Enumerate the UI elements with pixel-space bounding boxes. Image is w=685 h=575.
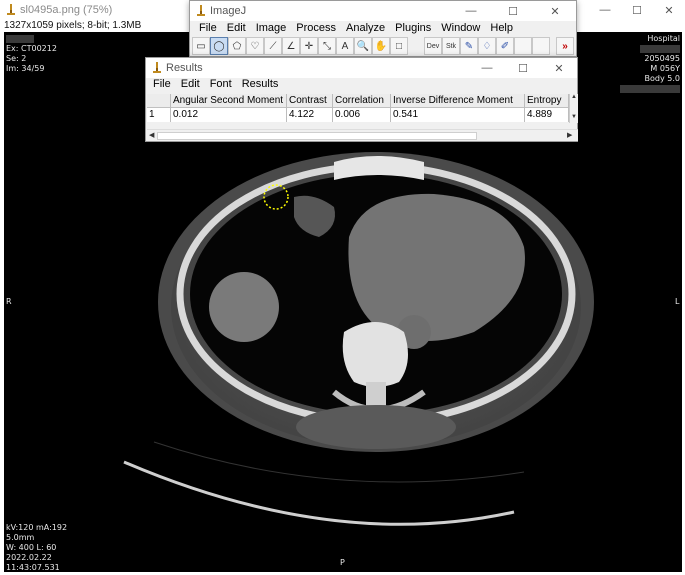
imagej-titlebar[interactable]: ImageJ — ☐ ✕	[190, 1, 576, 21]
maximize-icon[interactable]: ☐	[505, 58, 541, 78]
stacks-menu-icon[interactable]: Stk	[442, 37, 460, 55]
more-tools-icon[interactable]: »	[556, 37, 574, 55]
imagej-main-window: ImageJ — ☐ ✕ File Edit Image Process Ana…	[189, 0, 577, 57]
magnifier-tool-icon[interactable]: 🔍	[354, 37, 372, 55]
oval-tool-icon[interactable]: ◯	[210, 37, 228, 55]
window-level: W: 400 L: 60	[6, 543, 57, 552]
redacted-field	[620, 84, 680, 93]
close-icon[interactable]: ✕	[541, 58, 577, 78]
menu-analyze[interactable]: Analyze	[341, 21, 390, 37]
cell-contrast: 4.122	[287, 108, 333, 122]
scroll-tool-icon[interactable]: ✋	[372, 37, 390, 55]
imagej-toolbar: ▭ ◯ ⬠ ♡ ⟋ ∠ ✛ ⤡ A 🔍 ✋ □ Dev Stk ✎ ♢ ✐ »	[190, 37, 576, 56]
orientation-posterior-marker: P	[340, 558, 345, 567]
kv-ma: kV:120 mA:192	[6, 523, 68, 532]
results-window: Results — ☐ ✕ File Edit Font Results Ang…	[145, 57, 578, 142]
minimize-icon[interactable]: —	[589, 0, 621, 20]
polygon-tool-icon[interactable]: ⬠	[228, 37, 246, 55]
menu-window[interactable]: Window	[436, 21, 485, 37]
orientation-left-marker: L	[675, 297, 680, 306]
menu-help[interactable]: Help	[485, 21, 518, 37]
imagej-microscope-icon	[197, 5, 205, 16]
menu-process[interactable]: Process	[291, 21, 341, 37]
patient-sex-age: M 056Y	[650, 64, 680, 73]
rectangle-tool-icon[interactable]: ▭	[192, 37, 210, 55]
horizontal-scrollbar[interactable]: ◀ ▶	[147, 129, 578, 141]
redacted-id	[640, 44, 680, 53]
brush-tool-icon[interactable]: ✎	[460, 37, 478, 55]
overlay-top-left: Ex: CT00212 Se: 2 Im: 34/59	[6, 34, 57, 74]
cell-inverse-difference-moment: 0.541	[391, 108, 525, 122]
menu-file[interactable]: File	[194, 21, 222, 37]
scroll-left-icon[interactable]: ◀	[149, 131, 154, 139]
scan-date: 2022.02.22	[6, 553, 52, 562]
imagej-menubar: File Edit Image Process Analyze Plugins …	[190, 21, 576, 37]
point-tool-icon[interactable]: ✛	[300, 37, 318, 55]
protocol: Body 5.0	[644, 74, 680, 83]
results-table[interactable]: Angular Second Moment Contrast Correlati…	[147, 94, 569, 122]
scan-time: 11:43:07.531	[6, 563, 60, 572]
column-header-index[interactable]	[147, 94, 171, 108]
scroll-down-icon[interactable]: ▼	[571, 114, 577, 120]
pencil-tool-icon[interactable]: ✐	[496, 37, 514, 55]
results-menu-edit[interactable]: Edit	[176, 78, 205, 93]
exam-id: Ex: CT00212	[6, 44, 57, 53]
freehand-tool-icon[interactable]: ♡	[246, 37, 264, 55]
menu-edit[interactable]: Edit	[222, 21, 251, 37]
overlay-top-right: Hospital 2050495 M 056Y Body 5.0	[620, 34, 680, 94]
column-header-inverse-difference-moment[interactable]: Inverse Difference Moment	[391, 94, 525, 108]
image-info: 1327x1059 pixels; 8-bit; 1.3MB	[4, 20, 142, 31]
minimize-icon[interactable]: —	[469, 58, 505, 78]
empty-tool-slot	[514, 37, 532, 55]
menu-image[interactable]: Image	[251, 21, 292, 37]
patient-id: 2050495	[644, 54, 680, 63]
text-tool-icon[interactable]: A	[336, 37, 354, 55]
table-header: Angular Second Moment Contrast Correlati…	[147, 94, 569, 108]
wand-tool-icon[interactable]: ⤡	[318, 37, 336, 55]
angle-tool-icon[interactable]: ∠	[282, 37, 300, 55]
close-icon[interactable]: ✕	[534, 1, 576, 21]
close-icon[interactable]: ✕	[653, 0, 685, 20]
hospital-label: Hospital	[647, 34, 680, 43]
results-titlebar[interactable]: Results — ☐ ✕	[146, 58, 577, 78]
cell-angular-second-moment: 0.012	[171, 108, 287, 122]
table-row[interactable]: 1 0.012 4.122 0.006 0.541 4.889	[147, 108, 569, 122]
cell-entropy: 4.889	[525, 108, 569, 122]
results-menu-file[interactable]: File	[148, 78, 176, 93]
imagej-microscope-icon	[7, 4, 15, 15]
column-header-angular-second-moment[interactable]: Angular Second Moment	[171, 94, 287, 108]
minimize-icon[interactable]: —	[450, 1, 492, 21]
scroll-right-icon[interactable]: ▶	[567, 131, 572, 139]
column-header-entropy[interactable]: Entropy	[525, 94, 569, 108]
results-menu-results[interactable]: Results	[237, 78, 284, 93]
maximize-icon[interactable]: ☐	[492, 1, 534, 21]
horizontal-scroll-thumb[interactable]	[157, 132, 477, 140]
developer-menu-icon[interactable]: Dev	[424, 37, 442, 55]
column-header-correlation[interactable]: Correlation	[333, 94, 391, 108]
results-title: Results	[166, 62, 203, 74]
cell-correlation: 0.006	[333, 108, 391, 122]
overlay-bottom-left: kV:120 mA:192 5.0mm W: 400 L: 60 2022.02…	[6, 523, 67, 572]
imagej-title: ImageJ	[210, 5, 247, 17]
imagej-microscope-icon	[153, 62, 161, 73]
line-tool-icon[interactable]: ⟋	[264, 37, 282, 55]
image-window-title: sl0495a.png (75%)	[20, 4, 113, 16]
redacted-name	[6, 34, 34, 43]
vertical-scrollbar[interactable]: ▲ ▼	[569, 94, 578, 123]
results-menubar: File Edit Font Results	[146, 78, 577, 93]
empty-tool-slot	[532, 37, 550, 55]
results-menu-font[interactable]: Font	[205, 78, 237, 93]
cell-index: 1	[147, 108, 171, 122]
column-header-contrast[interactable]: Contrast	[287, 94, 333, 108]
slice-thickness: 5.0mm	[6, 533, 35, 542]
maximize-icon[interactable]: ☐	[621, 0, 653, 20]
menu-plugins[interactable]: Plugins	[390, 21, 436, 37]
series: Se: 2	[6, 54, 27, 63]
orientation-right-marker: R	[6, 297, 12, 306]
scroll-up-icon[interactable]: ▲	[571, 94, 577, 100]
color-picker-tool-icon[interactable]: □	[390, 37, 408, 55]
dropper-tool-icon[interactable]: ♢	[478, 37, 496, 55]
image-number: Im: 34/59	[6, 64, 45, 73]
